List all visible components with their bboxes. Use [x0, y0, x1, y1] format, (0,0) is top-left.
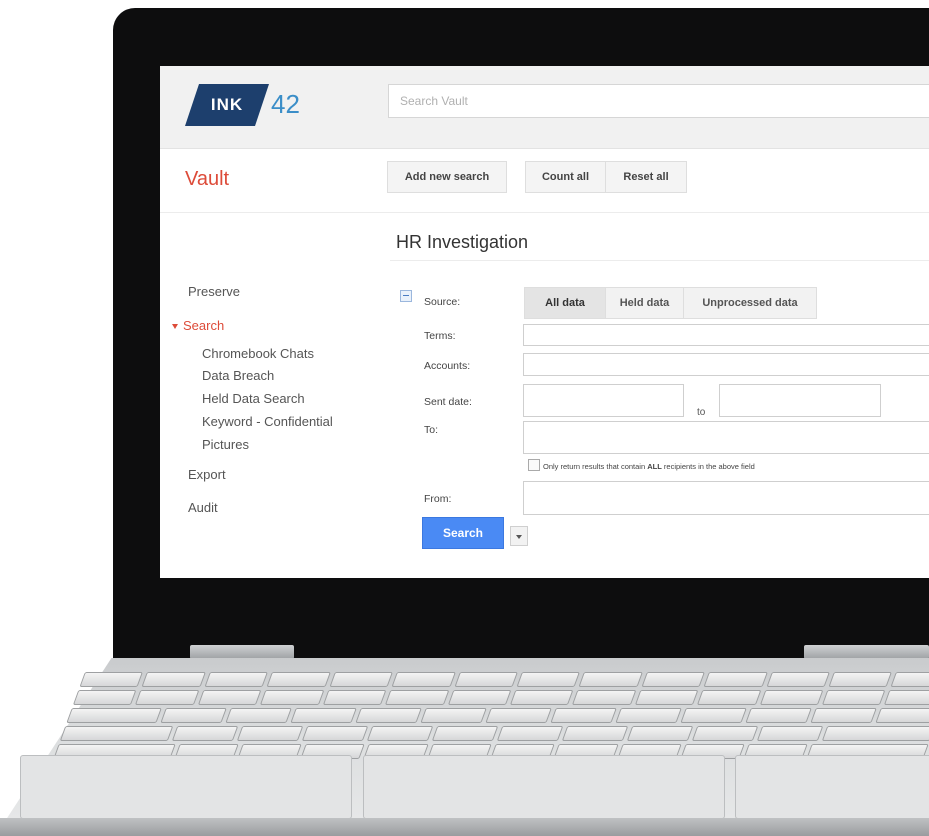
add-new-search-button[interactable]: Add new search	[387, 161, 507, 193]
search-placeholder: Search Vault	[400, 94, 468, 108]
source-option-held-data[interactable]: Held data	[605, 287, 684, 319]
source-option-unprocessed-data[interactable]: Unprocessed data	[683, 287, 817, 319]
source-label: Source:	[424, 296, 461, 308]
checkbox-text-suffix: recipients in the above field	[661, 462, 755, 471]
sent-date-from-input[interactable]	[523, 384, 684, 417]
sent-date-label: Sent date:	[424, 396, 472, 408]
page-title: HR Investigation	[396, 232, 529, 252]
all-recipients-checkbox[interactable]	[528, 459, 540, 471]
app-title: Vault	[185, 168, 230, 190]
saved-search-pictures[interactable]: Pictures	[202, 437, 249, 452]
from-label: From:	[424, 493, 452, 505]
keyboard	[53, 672, 929, 759]
saved-search-data-breach[interactable]: Data Breach	[202, 368, 274, 383]
touchpad[interactable]	[363, 755, 725, 819]
search-options-dropdown-icon[interactable]	[510, 526, 528, 546]
caret-down-icon	[172, 324, 178, 330]
from-input[interactable]	[523, 481, 929, 515]
palm-rest-left	[20, 755, 352, 819]
accounts-input[interactable]	[523, 353, 929, 376]
search-button[interactable]: Search	[422, 517, 504, 549]
all-recipients-checkbox-label: Only return results that contain ALL rec…	[543, 462, 755, 471]
terms-input[interactable]	[523, 324, 929, 346]
top-bar: INK 42 Search Vault	[160, 66, 929, 149]
terms-label: Terms:	[424, 330, 456, 342]
sent-date-to-input[interactable]	[719, 384, 881, 417]
search-vault-input[interactable]: Search Vault	[388, 84, 929, 118]
sidebar-item-audit[interactable]: Audit	[188, 500, 218, 515]
sidebar-item-search-label: Search	[183, 318, 225, 333]
source-option-all-data[interactable]: All data	[524, 287, 606, 319]
collapse-icon[interactable]	[400, 290, 412, 302]
hinge-right	[804, 645, 929, 659]
laptop-screen: INK 42 Search Vault Vault Add new search…	[160, 66, 929, 578]
reset-all-button[interactable]: Reset all	[605, 161, 687, 193]
sidebar-item-export[interactable]: Export	[188, 467, 226, 482]
deck-edge	[0, 818, 929, 836]
saved-search-keyword-confidential[interactable]: Keyword - Confidential	[202, 414, 333, 429]
accounts-label: Accounts:	[424, 360, 471, 372]
ink42-logo[interactable]: INK 42	[185, 84, 315, 126]
count-all-button[interactable]: Count all	[525, 161, 606, 193]
date-range-to-label: to	[697, 407, 706, 418]
saved-search-held-data[interactable]: Held Data Search	[202, 391, 305, 406]
title-divider	[390, 260, 929, 261]
sidebar-item-search[interactable]: Search	[172, 318, 240, 333]
palm-rest-right	[735, 755, 929, 819]
hinge-left	[190, 645, 294, 659]
saved-search-chromebook-chats[interactable]: Chromebook Chats	[202, 346, 314, 361]
to-label: To:	[424, 424, 439, 436]
checkbox-text-bold: ALL	[647, 462, 662, 471]
logo-number: 42	[271, 89, 300, 119]
logo-ink-text: INK	[210, 95, 244, 114]
divider	[160, 212, 929, 213]
sidebar-item-preserve[interactable]: Preserve	[188, 284, 240, 299]
logo-ink-block: INK	[185, 84, 269, 126]
checkbox-text-prefix: Only return results that contain	[543, 462, 648, 471]
to-recipients-input[interactable]	[523, 421, 929, 454]
